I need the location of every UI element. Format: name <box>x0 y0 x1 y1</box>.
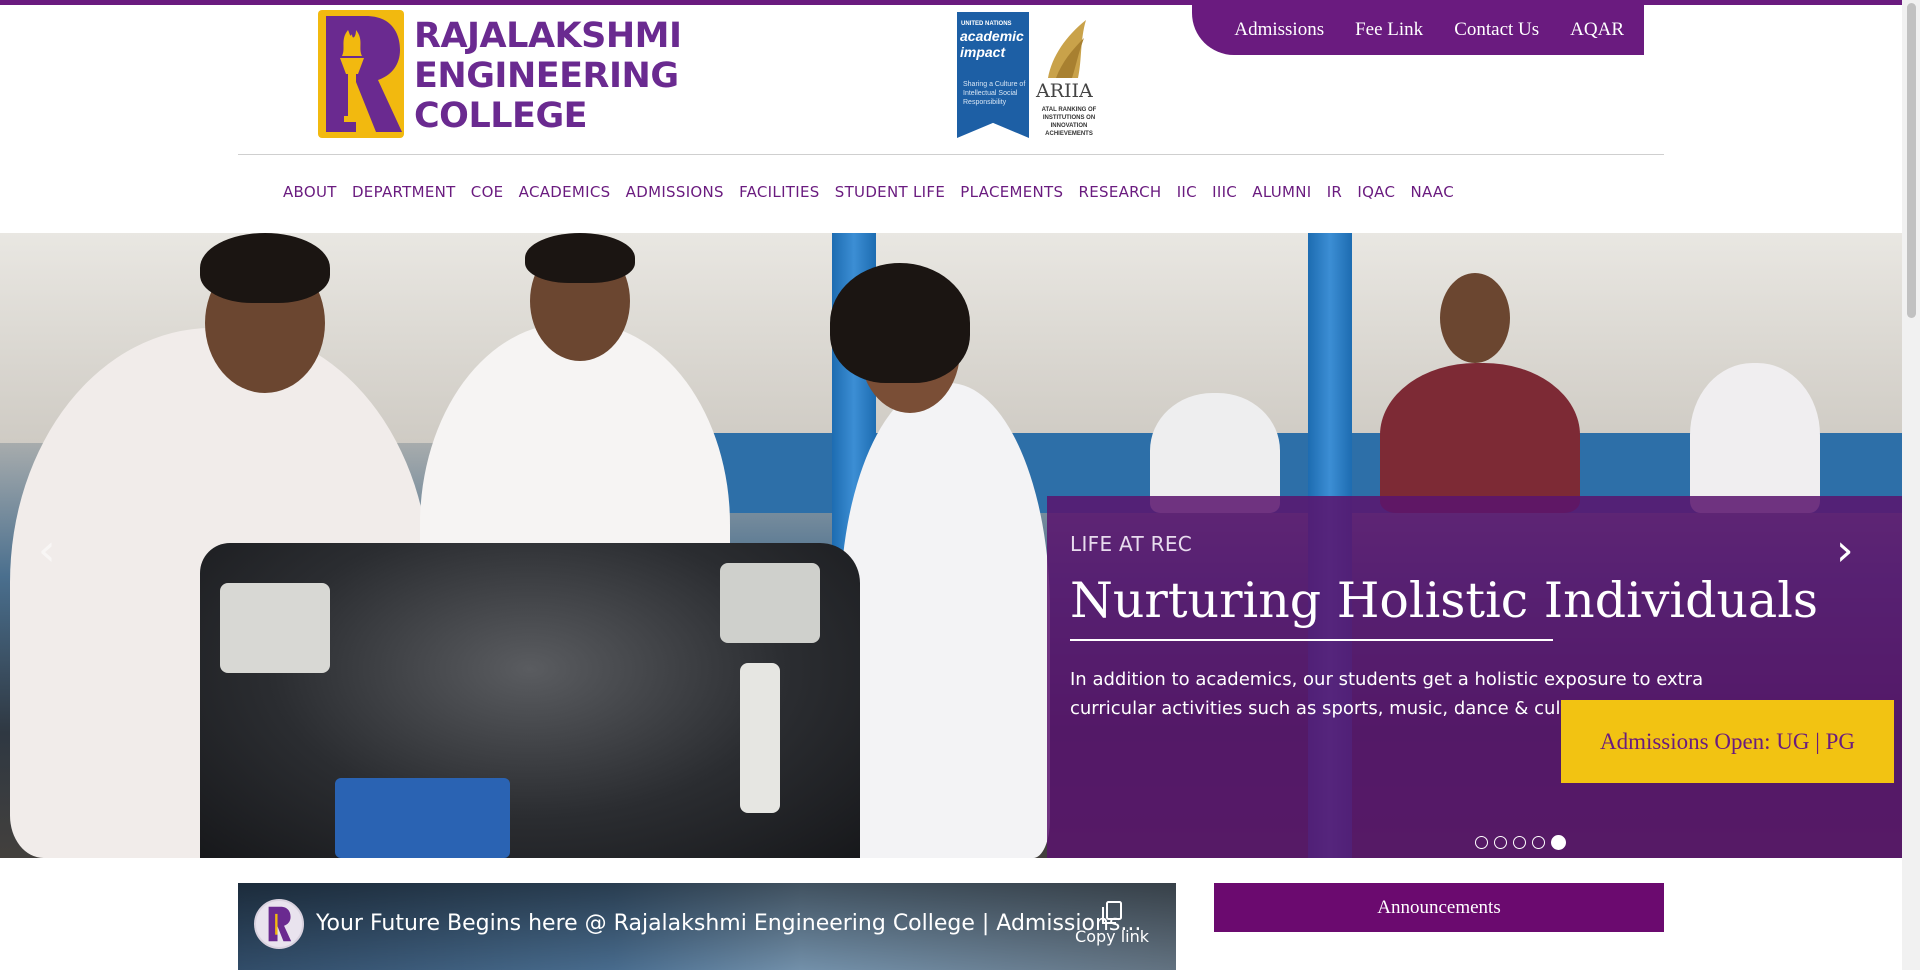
hero-photo-student <box>1380 363 1580 513</box>
college-name-line-1: RAJALAKSHMI <box>414 16 682 56</box>
unai-title: academic impact <box>960 28 1024 60</box>
slider-prev-arrow-icon[interactable]: ‹ <box>38 529 56 573</box>
hero-caption-panel: LIFE AT REC Nurturing Holistic Individua… <box>1047 496 1902 858</box>
youtube-video-embed[interactable]: Your Future Begins here @ Rajalakshmi En… <box>238 883 1176 970</box>
ariia-description: ATAL RANKING OF INSTITUTIONS ON INNOVATI… <box>1041 107 1097 137</box>
channel-logo-icon <box>268 906 292 942</box>
utility-link-aqar[interactable]: AQAR <box>1570 19 1624 41</box>
nav-admissions[interactable]: ADMISSIONS <box>618 183 731 201</box>
nav-iqac[interactable]: IQAC <box>1350 183 1403 201</box>
slider-dot[interactable] <box>1475 836 1488 849</box>
scrollbar-thumb[interactable] <box>1907 3 1916 318</box>
nav-alumni[interactable]: ALUMNI <box>1245 183 1319 201</box>
hero-eyebrow: LIFE AT REC <box>1070 532 1193 556</box>
copy-link-button[interactable]: Copy link <box>1072 901 1152 947</box>
hero-photo-student-hair <box>200 233 330 303</box>
nav-facilities[interactable]: FACILITIES <box>731 183 827 201</box>
hero-photo-battery <box>335 778 510 858</box>
header-divider <box>238 154 1664 155</box>
utility-link-fee[interactable]: Fee Link <box>1355 19 1423 41</box>
ariia-badge: ARIIA ATAL RANKING OF INSTITUTIONS ON IN… <box>1034 20 1104 148</box>
admissions-open-badge[interactable]: Admissions Open: UG | PG <box>1561 700 1894 783</box>
slider-dot[interactable] <box>1532 836 1545 849</box>
hero-title-underline <box>1070 639 1553 641</box>
ariia-name: ARIIA <box>1036 80 1093 102</box>
hero-photo-student <box>1150 393 1280 513</box>
page-scrollbar[interactable] <box>1902 0 1920 970</box>
hero-photo-student-hair <box>830 263 970 383</box>
nav-department[interactable]: DEPARTMENT <box>344 183 463 201</box>
nav-research[interactable]: RESEARCH <box>1071 183 1169 201</box>
nav-iic[interactable]: IIC <box>1169 183 1204 201</box>
hero-title: Nurturing Holistic Individuals <box>1070 572 1819 629</box>
nav-academics[interactable]: ACADEMICS <box>511 183 618 201</box>
utility-link-contact[interactable]: Contact Us <box>1454 19 1539 41</box>
unai-tagline: Sharing a Culture of Intellectual Social… <box>963 81 1026 106</box>
nav-iiic[interactable]: IIIC <box>1205 183 1245 201</box>
video-title[interactable]: Your Future Begins here @ Rajalakshmi En… <box>316 911 1141 936</box>
ariia-flame-icon <box>1048 20 1086 78</box>
nav-about[interactable]: ABOUT <box>283 183 344 201</box>
announcements-header[interactable]: Announcements <box>1214 883 1664 932</box>
college-name-line-3: COLLEGE <box>414 96 588 136</box>
main-nav: ABOUT DEPARTMENT COE ACADEMICS ADMISSION… <box>283 183 1462 201</box>
utility-link-admissions[interactable]: Admissions <box>1234 19 1324 41</box>
nav-student-life[interactable]: STUDENT LIFE <box>827 183 953 201</box>
hero-photo-student-hair <box>525 233 635 283</box>
college-name-line-2: ENGINEERING <box>414 56 679 96</box>
un-academic-impact-badge: UNITED NATIONS academic impact Sharing a… <box>957 12 1029 148</box>
utility-nav: Admissions Fee Link Contact Us AQAR <box>1192 5 1644 55</box>
college-name: RAJALAKSHMI ENGINEERING COLLEGE <box>414 16 682 136</box>
nav-coe[interactable]: COE <box>463 183 511 201</box>
slider-dot[interactable] <box>1513 836 1526 849</box>
slider-pagination <box>1475 835 1566 850</box>
nav-placements[interactable]: PLACEMENTS <box>953 183 1071 201</box>
hero-photo-engine <box>200 543 860 858</box>
torch-r-logo-icon <box>318 10 404 138</box>
unai-org-label: UNITED NATIONS <box>961 21 1012 27</box>
hero-photo-student-head <box>1440 273 1510 363</box>
slider-dot-active[interactable] <box>1551 835 1566 850</box>
slider-dot[interactable] <box>1494 836 1507 849</box>
hero-photo-student <box>840 383 1050 858</box>
copy-link-label: Copy link <box>1075 927 1149 946</box>
channel-avatar[interactable] <box>254 899 304 949</box>
hero-photo-student <box>1690 363 1820 513</box>
slider-next-arrow-icon[interactable]: › <box>1836 529 1854 573</box>
college-logo[interactable]: RAJALAKSHMI ENGINEERING COLLEGE <box>318 8 682 138</box>
copy-icon <box>1102 901 1122 924</box>
nav-ir[interactable]: IR <box>1319 183 1350 201</box>
nav-naac[interactable]: NAAC <box>1403 183 1462 201</box>
